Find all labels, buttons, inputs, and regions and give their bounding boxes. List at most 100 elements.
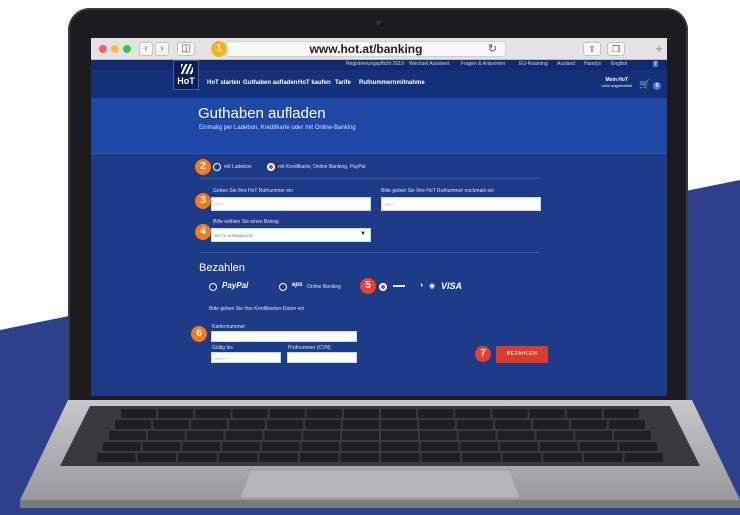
forward-icon[interactable]: ›: [155, 42, 169, 56]
nav-item-hot-kaufen[interactable]: HoT kaufen: [298, 80, 331, 86]
paypal-logo: PayPal: [222, 281, 249, 290]
keyboard-key: [232, 409, 268, 418]
tabs-icon[interactable]: ❐: [607, 42, 625, 56]
keyboard-key: [301, 442, 340, 451]
keyboard-key: [153, 420, 189, 429]
keyboard-key: [142, 442, 181, 451]
maximize-window-icon[interactable]: [123, 45, 131, 53]
keyboard-key: [218, 453, 258, 462]
keyboard-key: [259, 453, 298, 462]
sidebar-icon[interactable]: ◫: [177, 42, 195, 56]
minimize-window-icon[interactable]: [111, 45, 119, 53]
back-icon[interactable]: ‹: [139, 42, 153, 56]
phone-repeat-input[interactable]: 0677: [381, 197, 541, 211]
amount-select[interactable]: BITTE AUSWÄHLEN ▼: [211, 228, 371, 242]
screen: ‹ › ◫ www.hot.at/banking ↻ ⇧ ❐ + 1 Regis…: [91, 38, 667, 396]
step-badge-2: 2: [195, 159, 211, 175]
step-badge-3: 3: [195, 193, 211, 209]
radio-kreditkarte[interactable]: [267, 163, 275, 171]
keyboard-key: [462, 453, 501, 462]
keyboard-key: [306, 409, 342, 418]
keyboard-key: [267, 420, 303, 429]
phone-input[interactable]: 0677: [211, 197, 371, 211]
top-link[interactable]: English: [611, 61, 627, 67]
keyboard-key: [543, 453, 582, 462]
plus-icon[interactable]: +: [655, 41, 663, 56]
address-bar[interactable]: www.hot.at/banking ↻: [226, 41, 506, 57]
keyboard-key: [158, 409, 194, 418]
nav-item-tarife[interactable]: Tarife: [335, 80, 351, 86]
keyboard-key: [121, 409, 157, 418]
reload-icon[interactable]: ↻: [488, 42, 497, 56]
keyboard-key: [109, 431, 146, 440]
keyboard-key: [603, 409, 639, 418]
eps-label: Online Banking: [307, 284, 341, 290]
keyboard-key: [103, 442, 141, 451]
account-link[interactable]: Mein HoT nicht angemeldet: [602, 77, 632, 89]
keyboard-key: [420, 442, 459, 451]
card-hint: Bitte geben Sie Ihre Kreditkarten-Daten …: [209, 306, 305, 312]
top-link[interactable]: Fragen & Antworten: [461, 61, 505, 67]
cart-icon: 🛒: [639, 79, 651, 89]
facebook-icon[interactable]: f: [653, 61, 659, 67]
diners-icon: ◑: [419, 282, 424, 289]
laptop-keyboard: [20, 400, 740, 508]
phone-label: Geben Sie Ihre HoT Rufnummer ein: [213, 188, 293, 194]
close-window-icon[interactable]: [99, 45, 107, 53]
browser-toolbar: ‹ › ◫ www.hot.at/banking ↻ ⇧ ❐ +: [91, 38, 667, 60]
keyboard-key: [455, 409, 491, 418]
keyboard-key: [340, 453, 379, 462]
keyboard-key: [500, 442, 538, 451]
pay-button[interactable]: BEZAHLEN: [496, 346, 548, 363]
top-link[interactable]: Registrierungspflicht 2019: [346, 61, 404, 67]
nav-item-rufnummernmitnahme[interactable]: Rufnummernmitnahme: [359, 80, 425, 86]
radio-kreditkarte-pay[interactable]: [379, 283, 387, 291]
chevron-down-icon: ▼: [360, 231, 366, 237]
keyboard-key: [502, 453, 542, 462]
keyboard-key: [619, 442, 657, 451]
phone-repeat-label: Bitte geben Sie Ihre HoT Rufnummer nochm…: [381, 188, 495, 194]
keyboard-key: [343, 409, 379, 418]
keyboard-key: [229, 420, 265, 429]
radio-eps[interactable]: [279, 283, 287, 291]
keyboard-key: [341, 442, 379, 451]
top-link[interactable]: EU-Roaming: [519, 61, 548, 67]
hot-logo[interactable]: HoT: [173, 60, 199, 90]
keyboard-key: [566, 409, 602, 418]
keyboard-key: [342, 431, 379, 440]
keyboard-key: [261, 442, 300, 451]
camera-icon: [376, 20, 381, 25]
keyboard-key: [492, 409, 528, 418]
keyboard-key: [624, 453, 663, 462]
keyboard-key: [533, 420, 569, 429]
cvn-input[interactable]: [287, 352, 357, 363]
keyboard-key: [97, 453, 136, 462]
valid-input[interactable]: MM/YY: [211, 352, 281, 363]
amex-icon: ▬▬: [393, 283, 405, 289]
keyboard-key: [182, 442, 221, 451]
top-link[interactable]: Ausland: [557, 61, 575, 67]
cvn-label: Prüfnummer (CVN): [288, 345, 331, 351]
keyboard-key: [299, 453, 339, 462]
keyboard-key: [583, 453, 623, 462]
keyboard-key: [458, 431, 496, 440]
keyboard-key: [575, 431, 613, 440]
nav-item-hot-starten[interactable]: HoT starten: [207, 80, 240, 86]
radio-paypal[interactable]: [209, 283, 217, 291]
radio-ladebon[interactable]: [213, 163, 221, 171]
top-link[interactable]: Handys: [584, 61, 601, 67]
page-title: Guthaben aufladen: [198, 105, 326, 122]
keyboard-key: [460, 442, 499, 451]
page-subtitle: Einmalig per Ladebon, Kreditkarte oder m…: [199, 125, 356, 131]
amount-select-value: BITTE AUSWÄHLEN: [215, 233, 253, 238]
card-number-input[interactable]: [211, 331, 357, 342]
top-link[interactable]: Wechsel Assistent: [409, 61, 449, 67]
nav-item-guthaben-aufladen[interactable]: Guthaben aufladen: [243, 80, 297, 86]
share-icon[interactable]: ⇧: [583, 42, 601, 56]
cart-button[interactable]: 🛒 0: [639, 79, 661, 90]
divider: [199, 178, 539, 179]
keyboard-key: [115, 420, 151, 429]
logo-mark-icon: [181, 64, 193, 74]
keyboard-key: [178, 453, 217, 462]
radio-ladebon-label: mit Ladebon: [224, 164, 252, 170]
